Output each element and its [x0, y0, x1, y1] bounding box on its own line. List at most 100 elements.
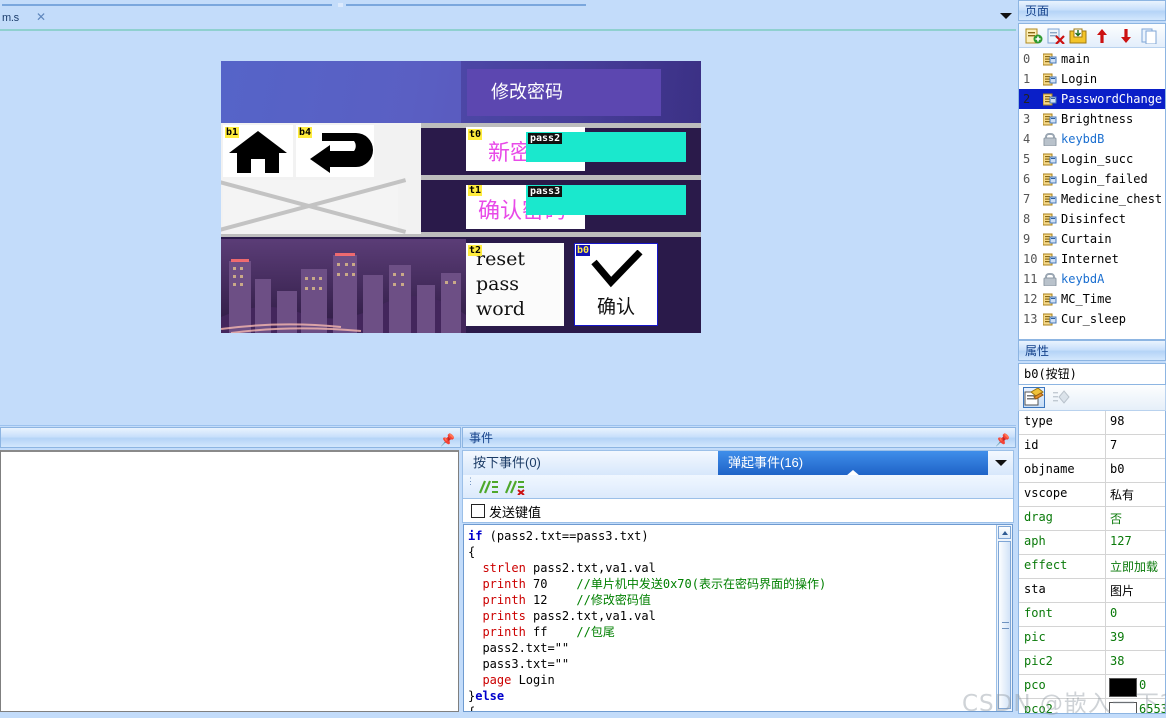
reset-password-lines: reset pass word — [476, 248, 525, 320]
component-tag-t2: t2 — [468, 245, 483, 256]
page-list-item-main[interactable]: 0 main — [1019, 49, 1165, 69]
color-swatch[interactable] — [1109, 702, 1137, 713]
page-label: keybdB — [1061, 132, 1105, 146]
pages-list[interactable]: 0 main 1 Login 2 PasswordChange 3 Brightness 4 ke… — [1019, 49, 1165, 339]
drag-handle[interactable]: ⋮ — [466, 477, 475, 486]
move-down-icon[interactable] — [1117, 28, 1135, 44]
new-page-icon[interactable] — [1025, 28, 1043, 44]
column-divider — [1105, 411, 1106, 434]
code-scrollbar[interactable] — [996, 525, 1012, 711]
keyboard-icon — [1043, 272, 1057, 287]
tab-strip-line — [0, 3, 1016, 7]
property-row-aph[interactable]: aph 127 — [1019, 531, 1165, 555]
property-row-vscope[interactable]: vscope 私有 — [1019, 483, 1165, 507]
property-row-objname[interactable]: objname b0 — [1019, 459, 1165, 483]
page-index: 8 — [1023, 212, 1031, 226]
column-divider — [1105, 555, 1106, 578]
page-list-item-mc_time[interactable]: 12 MC_Time — [1019, 289, 1165, 309]
city-background-image[interactable] — [221, 239, 466, 333]
property-value: 0 — [1139, 678, 1147, 692]
property-row-drag[interactable]: drag 否 — [1019, 507, 1165, 531]
property-row-pic[interactable]: pic 39 — [1019, 627, 1165, 651]
property-row-id[interactable]: id 7 — [1019, 435, 1165, 459]
event-code-editor[interactable]: if (pass2.txt==pass3.txt) { strlen pass2… — [463, 524, 1013, 712]
properties-grid[interactable]: type 98 id 7 objname b0 vscope 私有 drag 否 aph 127 eff… — [1018, 411, 1166, 714]
category-view-icon[interactable] — [1053, 389, 1071, 405]
property-key: sta — [1024, 582, 1046, 596]
pages-panel-title: 页面 — [1018, 0, 1166, 21]
properties-view-icon[interactable] — [1023, 387, 1045, 408]
page-label: Brightness — [1061, 112, 1134, 126]
page-index: 4 — [1023, 132, 1031, 146]
property-row-sta[interactable]: sta 图片 — [1019, 579, 1165, 603]
bottom-left-panel-body[interactable] — [0, 450, 459, 712]
page-title[interactable]: 修改密码 — [467, 69, 661, 116]
page-icon — [1042, 52, 1057, 66]
add-comment-icon[interactable] — [477, 479, 499, 495]
tab-release-event[interactable]: 弹起事件(16) — [718, 451, 988, 476]
chevron-down-icon[interactable] — [1000, 13, 1012, 19]
tab-press-event[interactable]: 按下事件(0) — [463, 451, 718, 475]
page-list-item-login[interactable]: 1 Login — [1019, 69, 1165, 89]
column-divider — [1105, 699, 1106, 713]
active-tab-label[interactable]: m.s — [2, 12, 19, 24]
pages-panel: 页面 0 main 1 Login 2 PasswordChange 3 Bri… — [1018, 0, 1166, 340]
chevron-down-icon[interactable] — [995, 460, 1007, 466]
property-row-font[interactable]: font 0 — [1019, 603, 1165, 627]
property-value: 98 — [1110, 414, 1125, 428]
pin-icon[interactable]: 📌 — [440, 430, 455, 451]
page-list-item-disinfect[interactable]: 8 Disinfect — [1019, 209, 1165, 229]
component-tag-b1: b1 — [225, 127, 240, 138]
property-row-pco2[interactable]: pco2 65535 — [1019, 699, 1165, 713]
column-divider — [1105, 507, 1106, 530]
page-icon — [1042, 232, 1057, 246]
page-index: 10 — [1023, 252, 1038, 266]
pin-icon[interactable]: 📌 — [995, 430, 1010, 451]
page-icon — [1042, 72, 1057, 86]
delete-page-icon[interactable] — [1047, 28, 1065, 45]
page-label: keybdA — [1061, 272, 1105, 286]
color-swatch[interactable] — [1109, 678, 1137, 697]
cityscape-image — [221, 239, 466, 333]
move-up-icon[interactable] — [1093, 28, 1111, 44]
property-row-pic2[interactable]: pic2 38 — [1019, 651, 1165, 675]
copy-page-icon[interactable] — [1141, 28, 1159, 45]
page-list-item-keybda[interactable]: 11 keybdA — [1019, 269, 1165, 289]
column-divider — [1105, 483, 1106, 506]
page-list-item-internet[interactable]: 10 Internet — [1019, 249, 1165, 269]
properties-panel-title-text: 属性 — [1025, 344, 1050, 358]
page-list-item-curtain[interactable]: 9 Curtain — [1019, 229, 1165, 249]
page-list-item-keybdb[interactable]: 4 keybdB — [1019, 129, 1165, 149]
page-list-item-login_succ[interactable]: 5 Login_succ — [1019, 149, 1165, 169]
remove-comment-icon[interactable] — [503, 479, 525, 496]
property-value: 否 — [1110, 512, 1123, 526]
page-index: 11 — [1023, 272, 1038, 286]
property-value: b0 — [1110, 462, 1125, 476]
page-list-item-login_failed[interactable]: 6 Login_failed — [1019, 169, 1165, 189]
property-key: id — [1024, 438, 1039, 452]
import-page-icon[interactable] — [1069, 28, 1087, 44]
page-index: 1 — [1023, 72, 1031, 86]
page-list-item-cur_sleep[interactable]: 13 Cur_sleep — [1019, 309, 1165, 329]
scroll-thumb[interactable] — [998, 541, 1011, 709]
hmi-page-preview[interactable]: 修改密码 b1 b4 新密码 t0 确认密码 t1 pass2 pass3 re… — [221, 61, 701, 333]
design-canvas[interactable]: 修改密码 b1 b4 新密码 t0 确认密码 t1 pass2 pass3 re… — [0, 31, 1016, 426]
column-divider — [1105, 675, 1106, 698]
column-divider — [1105, 531, 1106, 554]
close-icon[interactable]: ✕ — [36, 11, 46, 23]
keyboard-icon — [1043, 132, 1057, 147]
page-index: 13 — [1023, 312, 1038, 326]
property-row-effect[interactable]: effect 立即加载 — [1019, 555, 1165, 579]
component-tag-pass3: pass3 — [528, 186, 563, 197]
property-value: 0 — [1110, 606, 1118, 620]
page-list-item-passwordchange[interactable]: 2 PasswordChange — [1019, 89, 1165, 109]
property-row-type[interactable]: type 98 — [1019, 411, 1165, 435]
send-keyvalue-label: 发送键值 — [489, 506, 542, 521]
send-keyvalue-checkbox[interactable] — [471, 504, 485, 518]
property-value: 7 — [1110, 438, 1118, 452]
page-list-item-brightness[interactable]: 3 Brightness — [1019, 109, 1165, 129]
scroll-up-button[interactable] — [998, 526, 1011, 539]
page-list-item-medicine_chest[interactable]: 7 Medicine_chest — [1019, 189, 1165, 209]
property-row-pco[interactable]: pco 0 — [1019, 675, 1165, 699]
check-icon — [591, 250, 643, 288]
